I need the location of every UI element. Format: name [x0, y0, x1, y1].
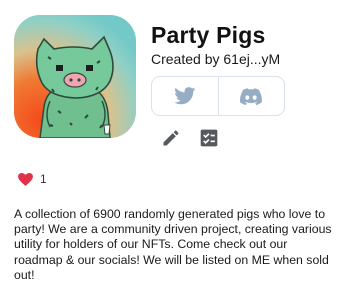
twitter-icon: [173, 87, 196, 105]
discord-icon: [240, 87, 263, 105]
creator-label[interactable]: Created by 61ej...yM: [151, 51, 280, 67]
collection-description: A collection of 6900 randomly generated …: [14, 207, 332, 282]
collection-tools: [161, 128, 219, 148]
likes: 1: [18, 172, 47, 186]
checklist-icon[interactable]: [199, 128, 219, 148]
social-links: [151, 76, 285, 116]
collection-title: Party Pigs: [151, 22, 266, 48]
like-count: 1: [40, 172, 47, 186]
collection-avatar: [14, 15, 136, 138]
pencil-icon[interactable]: [161, 128, 181, 148]
discord-button[interactable]: [217, 77, 285, 115]
twitter-button[interactable]: [152, 77, 218, 115]
heart-icon[interactable]: [18, 172, 33, 186]
party-pig-avatar: [14, 15, 136, 138]
